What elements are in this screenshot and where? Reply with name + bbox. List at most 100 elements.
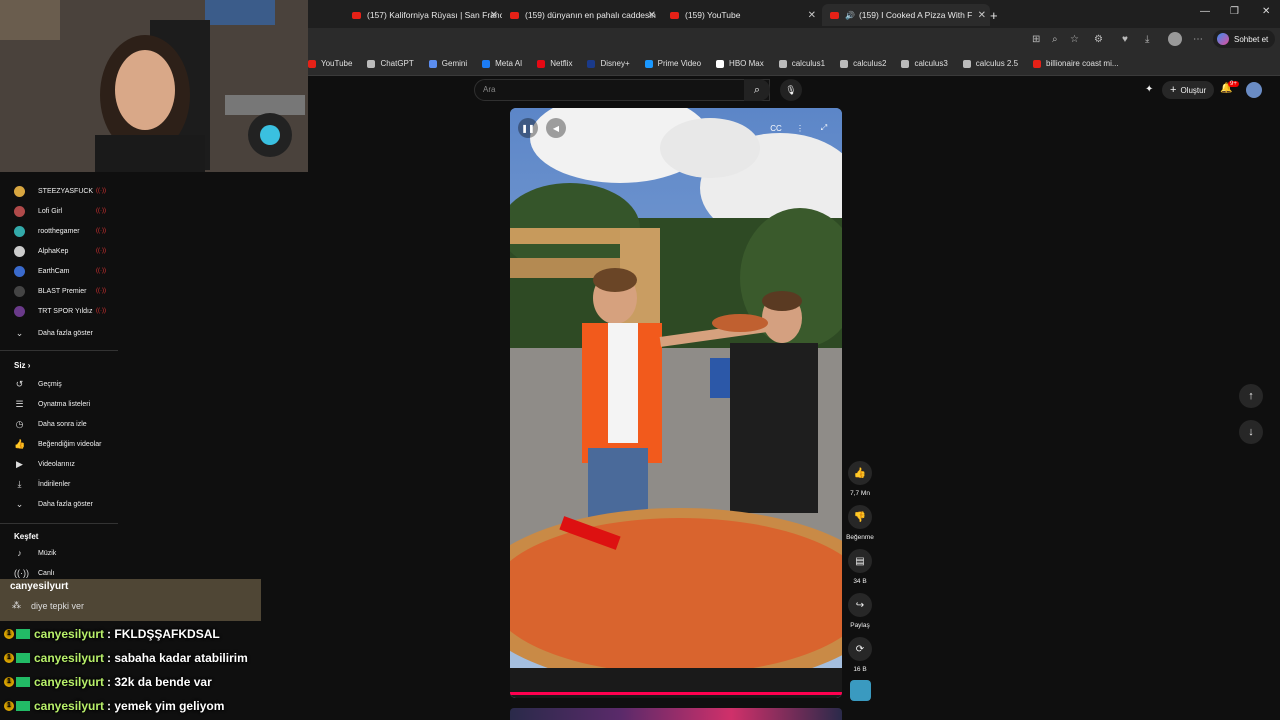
playlist-icon: ☰ [15,399,24,409]
bookmark-item[interactable]: Gemini [428,59,467,68]
tab-title: (159) I Cooked A Pizza With F [858,10,973,20]
bookmark-icon [428,59,437,68]
divider [0,523,118,524]
ai-sparkle-icon[interactable]: ✦ [1145,84,1153,95]
bookmark-icon [537,59,546,68]
channel-avatar [14,266,25,277]
download-icon[interactable]: ⤓ [1145,34,1149,45]
collections-icon[interactable]: ♥ [1122,34,1128,45]
more-options-icon[interactable]: ⋮ [790,118,810,138]
sidebar-item-history[interactable]: ↺ Geçmiş [14,379,62,390]
sidebar-item-video[interactable]: ▶ Videolarınız [14,459,75,470]
bookmark-item[interactable]: calculus 2.5 [962,59,1018,68]
tab-title: (159) YouTube [685,10,741,20]
avatar[interactable] [1246,82,1262,98]
profile-avatar[interactable] [1168,32,1182,46]
channel-avatar [14,206,25,217]
shorts-video-player[interactable]: ❚❚ ◀ CC ⋮ ⤢ [510,108,842,698]
new-tab-button[interactable]: + [990,4,1006,26]
restore-icon[interactable]: ❐ [1230,6,1239,17]
comments-button[interactable]: ▤ 34 B [846,549,874,585]
copilot-button[interactable]: Sohbet et [1213,30,1275,48]
bookmark-item[interactable]: YouTube [308,59,352,68]
reaction-hint: diye tepki ver [31,600,85,611]
browser-tab-active[interactable]: 🔊 (159) I Cooked A Pizza With F ✕ [822,4,990,26]
bookmark-item[interactable]: HBO Max [716,59,764,68]
next-short-arrow-icon[interactable]: ↓ [1239,420,1263,444]
sidebar-item-music[interactable]: ♪ Müzik [14,548,56,558]
you-section-heading[interactable]: Siz › [14,361,30,370]
mic-icon[interactable]: 🎙 [780,79,802,101]
apps-icon[interactable]: ⊞ [1032,34,1040,45]
subscription-item[interactable]: STEEZYASFUCK [14,186,93,197]
bookmark-item[interactable]: Disney+ [587,59,630,68]
subscription-item[interactable]: Lofi Girl [14,206,62,217]
favorite-star-icon[interactable]: ☆ [1070,34,1079,45]
bookmark-item[interactable]: Netflix [537,59,572,68]
zoom-icon[interactable]: ⌕ [1052,34,1058,45]
subscription-item[interactable]: BLAST Premier [14,286,87,297]
like-button[interactable]: 👍 7,7 Mn [846,461,874,497]
live-indicator-icon: ((·)) [96,188,106,194]
sub-badge-icon: 1 [4,629,14,639]
dislike-button[interactable]: 👎 Beğenme [846,505,874,541]
sidebar-item-live[interactable]: ((·)) Canlı [14,568,54,578]
search-icon[interactable]: ⌕ [744,79,770,101]
bookmark-item[interactable]: calculus2 [840,59,886,68]
volume-icon[interactable]: ◀ [546,118,566,138]
bookmark-icon [482,59,491,68]
bookmark-icon [644,59,653,68]
close-icon[interactable]: ✕ [648,10,656,21]
bookmark-item[interactable]: Prime Video [644,59,701,68]
create-button[interactable]: + Oluştur [1162,81,1215,99]
fullscreen-icon[interactable]: ⤢ [814,118,834,138]
remix-icon: ⟳ [848,637,872,661]
chat-badge-icon [16,653,30,663]
share-button[interactable]: ↪ Paylaş [846,593,874,629]
remix-button[interactable]: ⟳ 16 B [846,637,874,673]
subscription-item[interactable]: AlphaKep [14,246,68,257]
sidebar-item-chevron-down[interactable]: ⌄ Daha fazla göster [14,499,93,510]
sound-thumbnail[interactable] [850,680,871,701]
minimize-icon[interactable]: — [1200,6,1210,17]
download-icon: ⤓ [17,479,22,489]
speaker-icon[interactable]: 🔊 [845,11,855,20]
channel-avatar [14,286,25,297]
previous-short-arrow-icon[interactable]: ↑ [1239,384,1263,408]
browser-tab[interactable]: (157) Kaliforniya Rüyası | San Franc ✕ [352,4,502,26]
bookmark-item[interactable]: calculus1 [778,59,825,68]
extensions-icon[interactable]: ⚙ [1094,34,1103,45]
subs-show-more[interactable]: ⌄ Daha fazla göster [14,328,93,339]
browser-tab[interactable]: (159) YouTube ✕ [670,4,820,26]
close-icon[interactable]: ✕ [808,10,816,21]
bookmark-item[interactable]: calculus3 [901,59,948,68]
chevron-down-icon: ⌄ [15,328,24,338]
bookmark-item[interactable]: billionaire coast mi... [1033,59,1119,68]
bookmark-item[interactable]: Meta AI [482,59,522,68]
sidebar-item-download[interactable]: ⤓ İndirilenler [14,479,71,490]
subscription-item[interactable]: rootthegamer [14,226,80,237]
like-icon: 👍 [14,439,26,449]
subscription-item[interactable]: TRT SPOR Yıldız [14,306,92,317]
close-window-icon[interactable]: ✕ [1262,6,1270,17]
video-icon: ▶ [16,459,23,469]
sidebar-item-like[interactable]: 👍 Beğendiğim videolar [14,439,101,450]
sidebar-item-playlist[interactable]: ☰ Oynatma listeleri [14,399,90,410]
tab-title: (159) dünyanın en pahalı caddesin [525,10,656,20]
pause-icon[interactable]: ❚❚ [518,118,538,138]
sidebar-item-clock[interactable]: ◷ Daha sonra izle [14,419,87,430]
youtube-icon [670,11,679,19]
search-input[interactable]: Ara [474,79,770,101]
browser-tab[interactable]: (159) dünyanın en pahalı caddesin ✕ [510,4,660,26]
next-short-preview[interactable] [510,708,842,720]
captions-icon[interactable]: CC [766,118,786,138]
close-icon[interactable]: ✕ [490,10,498,21]
chat-text: : FKLDŞŞAFKDSAL [107,627,220,641]
explore-section-heading: Keşfet [14,532,39,541]
subscription-item[interactable]: EarthCam [14,266,70,277]
video-frame [510,108,842,698]
more-options-icon[interactable]: ⋯ [1193,34,1203,45]
bookmark-item[interactable]: ChatGPT [367,59,414,68]
close-icon[interactable]: ✕ [978,10,986,21]
bookmark-icon [367,59,376,68]
